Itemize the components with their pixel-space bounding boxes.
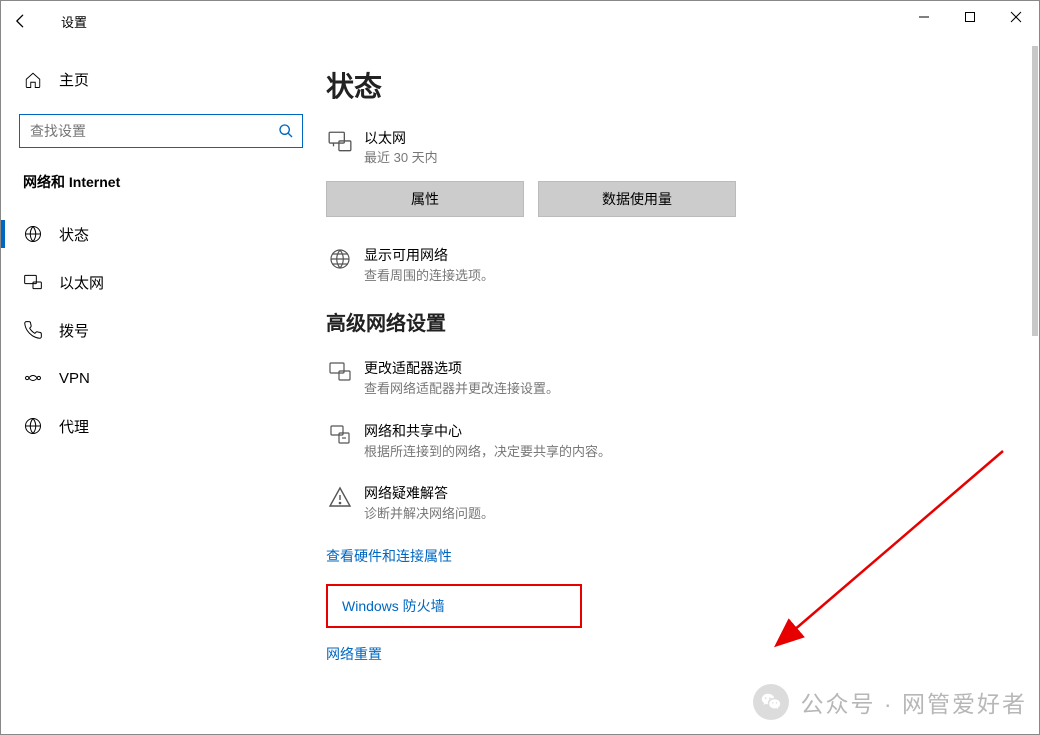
sidebar-item-label: 以太网 [59, 272, 104, 293]
content-area: 状态 以太网 最近 30 天内 属性 数据使用量 显示可用网络 [321, 41, 1039, 734]
ethernet-status-icon [326, 129, 354, 155]
search-container [19, 114, 303, 148]
sidebar-item-vpn[interactable]: VPN [1, 354, 321, 402]
network-troubleshooter[interactable]: 网络疑难解答 诊断并解决网络问题。 [326, 483, 1009, 524]
search-input[interactable] [28, 122, 278, 140]
firewall-highlight: Windows 防火墙 [326, 584, 582, 628]
data-usage-button[interactable]: 数据使用量 [538, 181, 736, 217]
sidebar-item-label: 拨号 [59, 320, 89, 341]
page-title: 状态 [326, 65, 1009, 105]
titlebar: 设置 [1, 1, 1039, 41]
maximize-button[interactable] [947, 1, 993, 33]
body: 主页 网络和 Internet 状态 [1, 41, 1039, 734]
button-row: 属性 数据使用量 [326, 181, 1009, 217]
search-icon [278, 123, 294, 139]
adapter-options-title: 更改适配器选项 [364, 358, 559, 379]
scrollbar[interactable] [1032, 46, 1038, 730]
home-button[interactable]: 主页 [1, 61, 321, 98]
sidebar-item-label: 状态 [59, 224, 89, 245]
sharing-center-subtitle: 根据所连接到的网络，决定要共享的内容。 [364, 442, 611, 462]
advanced-settings-heading: 高级网络设置 [326, 307, 1009, 336]
globe-icon [326, 245, 354, 273]
available-networks-subtitle: 查看周围的连接选项。 [364, 266, 494, 286]
ethernet-status: 以太网 最近 30 天内 [326, 129, 1009, 167]
show-available-networks[interactable]: 显示可用网络 查看周围的连接选项。 [326, 245, 1009, 286]
adapter-options[interactable]: 更改适配器选项 查看网络适配器并更改连接设置。 [326, 358, 1009, 399]
sharing-center[interactable]: 网络和共享中心 根据所连接到的网络，决定要共享的内容。 [326, 421, 1009, 462]
back-button[interactable] [1, 1, 41, 41]
troubleshoot-title: 网络疑难解答 [364, 483, 494, 504]
available-networks-title: 显示可用网络 [364, 245, 494, 266]
window-controls [901, 1, 1039, 33]
warning-icon [326, 483, 354, 511]
adapter-icon [326, 358, 354, 386]
watermark: 公众号 · 网管爱好者 [753, 684, 1027, 720]
properties-button[interactable]: 属性 [326, 181, 524, 217]
ethernet-subtitle: 最近 30 天内 [364, 149, 438, 167]
sidebar-item-ethernet[interactable]: 以太网 [1, 258, 321, 306]
sidebar-item-label: VPN [59, 370, 90, 387]
sharing-center-title: 网络和共享中心 [364, 421, 611, 442]
close-button[interactable] [993, 1, 1039, 33]
vpn-icon [23, 368, 43, 388]
sidebar-item-label: 代理 [59, 416, 89, 437]
sidebar-item-dialup[interactable]: 拨号 [1, 306, 321, 354]
status-icon [23, 224, 43, 244]
ethernet-icon [23, 272, 43, 292]
sidebar-category: 网络和 Internet [1, 172, 321, 192]
window-title: 设置 [41, 12, 87, 31]
watermark-text: 公众号 · 网管爱好者 [801, 685, 1027, 719]
home-label: 主页 [59, 69, 89, 90]
settings-window: 设置 主页 网络和 Internet [0, 0, 1040, 735]
sharing-icon [326, 421, 354, 449]
hardware-properties-link[interactable]: 查看硬件和连接属性 [326, 546, 1009, 566]
minimize-button[interactable] [901, 1, 947, 33]
search-box[interactable] [19, 114, 303, 148]
sidebar-item-status[interactable]: 状态 [1, 210, 321, 258]
adapter-options-subtitle: 查看网络适配器并更改连接设置。 [364, 379, 559, 399]
sidebar: 主页 网络和 Internet 状态 [1, 41, 321, 734]
sidebar-item-proxy[interactable]: 代理 [1, 402, 321, 450]
proxy-icon [23, 416, 43, 436]
dialup-icon [23, 320, 43, 340]
wechat-icon [753, 684, 789, 720]
windows-firewall-link[interactable]: Windows 防火墙 [342, 596, 566, 616]
ethernet-title: 以太网 [364, 129, 438, 149]
troubleshoot-subtitle: 诊断并解决网络问题。 [364, 504, 494, 524]
home-icon [23, 71, 43, 89]
network-reset-link[interactable]: 网络重置 [326, 644, 1009, 664]
